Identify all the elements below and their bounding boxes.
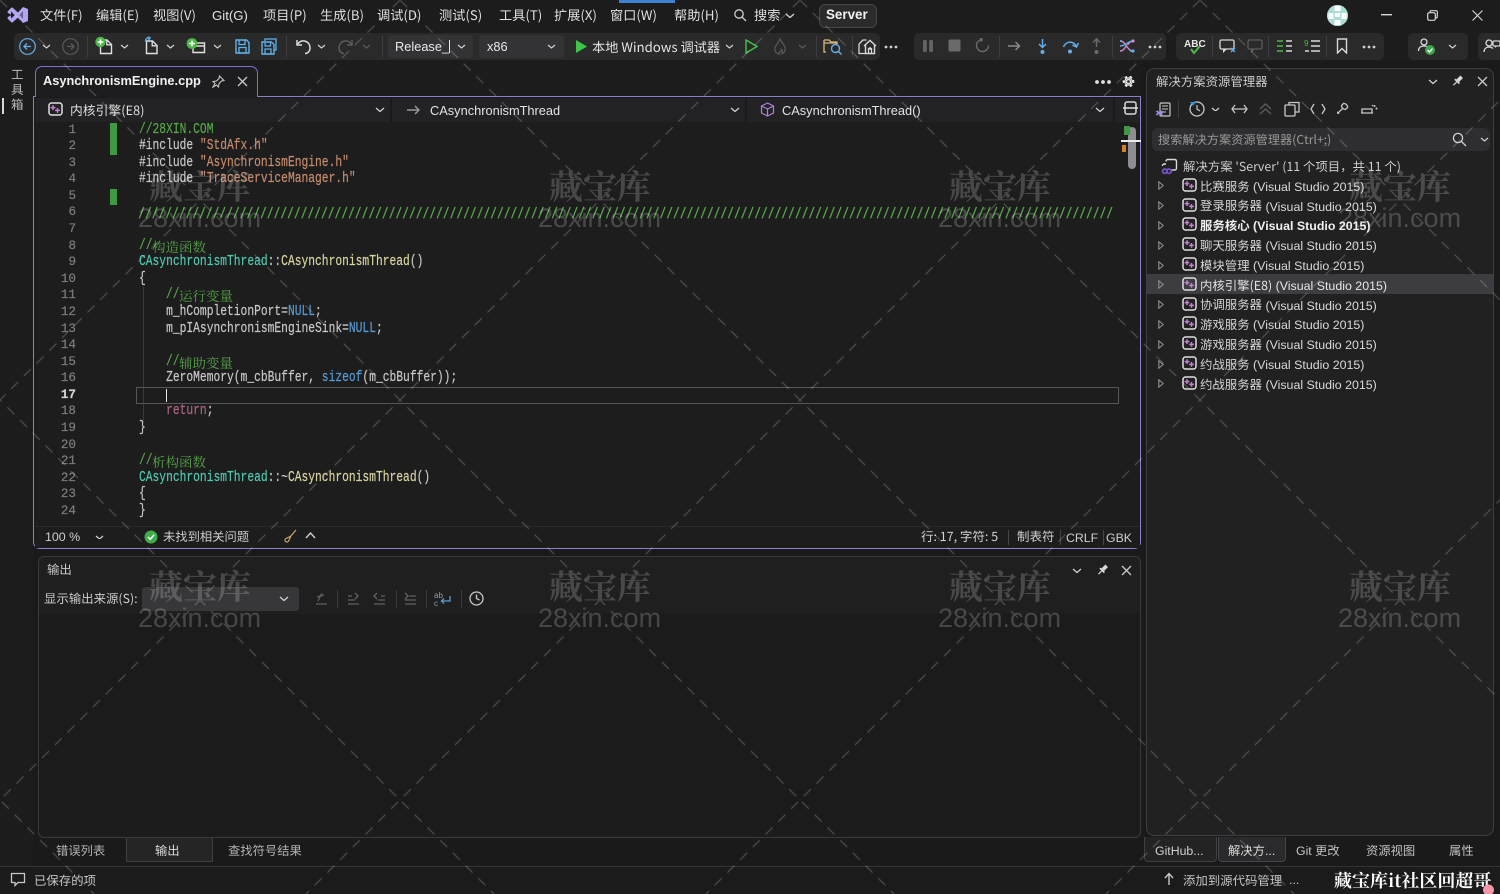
svg-text:c: c [434,599,438,607]
